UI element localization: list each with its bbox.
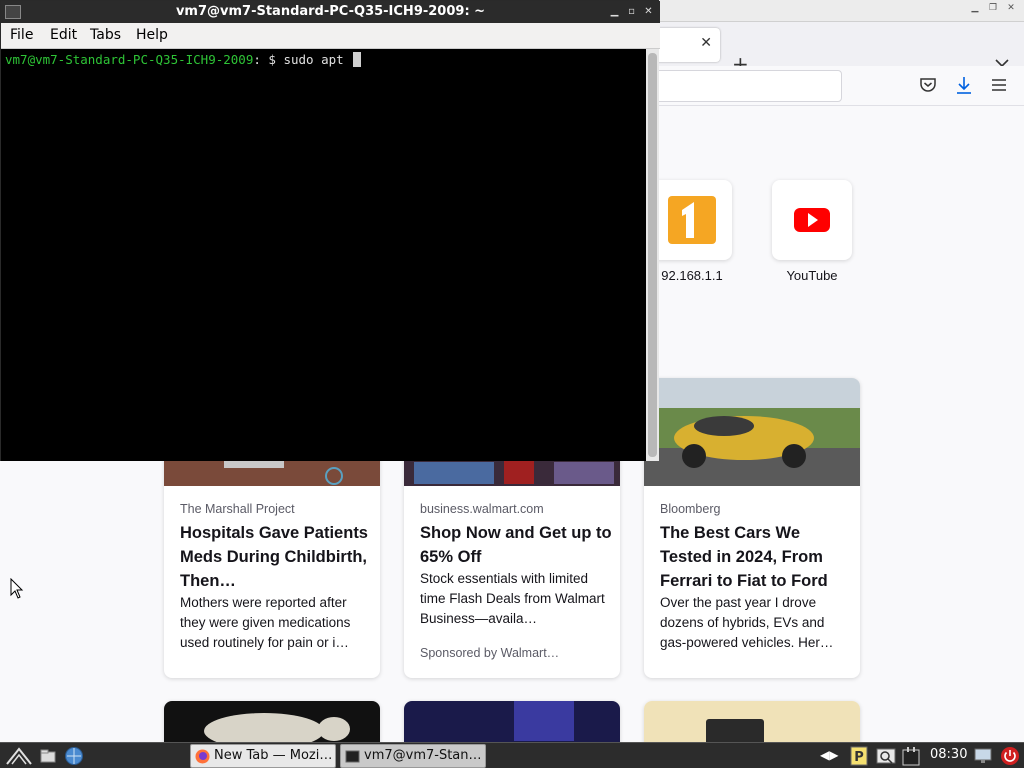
story-title[interactable]: The Best Cars We Tested in 2024, From Fe… [660, 521, 852, 593]
clipboard-p-icon[interactable]: P [849, 746, 869, 766]
svg-text:P: P [854, 750, 864, 765]
story-image [404, 701, 620, 742]
calendar-icon[interactable] [901, 746, 921, 766]
prompt-separator: : $ [253, 52, 284, 67]
sponsor-label: Sponsored by Walmart… [420, 646, 560, 660]
story-image [644, 378, 860, 486]
taskbar-item-label: vm7@vm7-Stan… [364, 748, 482, 763]
scrollbar-thumb[interactable] [648, 53, 657, 457]
story-image [644, 701, 860, 742]
menu-file[interactable]: File [10, 27, 33, 43]
story-title[interactable]: Hospitals Gave Patients Meds During Chil… [180, 521, 372, 593]
terminal-icon [345, 750, 360, 763]
start-menu-icon[interactable] [4, 745, 34, 767]
number-one-icon [668, 196, 716, 244]
download-icon[interactable] [955, 75, 973, 95]
taskbar: New Tab — Mozi… vm7@vm7-Stan… ◀▶ P 08:30 [0, 742, 1024, 768]
terminal-output[interactable]: vm7@vm7-Standard-PC-Q35-ICH9-2009: $ sud… [1, 49, 646, 461]
story-description: Mothers were reported after they were gi… [180, 595, 351, 650]
close-icon[interactable]: ✕ [1004, 3, 1018, 13]
close-icon[interactable]: ✕ [641, 4, 656, 19]
terminal-window[interactable]: vm7@vm7-Standard-PC-Q35-ICH9-2009: ~ ▁ ▫… [0, 0, 660, 461]
firefox-window-controls: ▁ ❐ ✕ [968, 3, 1018, 13]
story-description: Stock essentials with limited time Flash… [420, 571, 605, 626]
story-title[interactable]: Shop Now and Get up to 65% Off [420, 521, 612, 569]
terminal-scrollbar[interactable] [646, 49, 659, 461]
hamburger-menu-icon[interactable] [991, 78, 1007, 92]
story-description: Over the past year I drove dozens of hyb… [660, 595, 834, 650]
typed-command: sudo apt [283, 52, 352, 67]
terminal-titlebar[interactable]: vm7@vm7-Standard-PC-Q35-ICH9-2009: ~ ▁ ▫… [1, 1, 660, 23]
menu-tabs[interactable]: Tabs [90, 27, 121, 43]
text-cursor [353, 52, 362, 67]
story-source: Bloomberg [660, 502, 721, 516]
clock[interactable]: 08:30 [930, 747, 967, 762]
youtube-icon [794, 208, 830, 232]
story-card[interactable]: Bloomberg The Best Cars We Tested in 202… [644, 378, 860, 678]
top-site-label-youtube[interactable]: YouTube [752, 268, 872, 283]
terminal-prompt-line: vm7@vm7-Standard-PC-Q35-ICH9-2009: $ sud… [5, 52, 362, 67]
show-desktop-icon[interactable] [40, 749, 56, 763]
menu-edit[interactable]: Edit [50, 27, 77, 43]
restore-icon[interactable]: ❐ [986, 3, 1000, 13]
taskbar-item-firefox[interactable]: New Tab — Mozi… [190, 744, 336, 768]
taskbar-item-terminal[interactable]: vm7@vm7-Stan… [340, 744, 486, 768]
terminal-title: vm7@vm7-Standard-PC-Q35-ICH9-2009: ~ [175, 4, 486, 19]
terminal-window-controls: ▁ ▫ ✕ [607, 4, 656, 19]
pocket-icon[interactable] [919, 76, 937, 94]
display-icon[interactable] [973, 746, 993, 766]
top-site-tile[interactable] [652, 180, 732, 260]
mouse-pointer-icon [10, 578, 24, 599]
maximize-icon[interactable]: ▫ [624, 4, 639, 19]
taskbar-item-label: New Tab — Mozi… [214, 748, 333, 763]
story-card[interactable] [644, 701, 860, 742]
firefox-icon [195, 749, 210, 764]
tray-arrows-icon[interactable]: ◀▶ [820, 748, 838, 762]
story-card[interactable] [404, 701, 620, 742]
terminal-menubar: File Edit Tabs Help [1, 23, 660, 49]
top-site-tile-youtube[interactable] [772, 180, 852, 260]
web-browser-launcher-icon[interactable] [64, 746, 84, 766]
minimize-icon[interactable]: ▁ [607, 4, 622, 19]
magnifier-icon[interactable] [876, 746, 896, 766]
menu-help[interactable]: Help [136, 27, 168, 43]
story-source: The Marshall Project [180, 502, 295, 516]
minimize-icon[interactable]: ▁ [968, 3, 982, 13]
story-source: business.walmart.com [420, 502, 544, 516]
prompt-user-host: vm7@vm7-Standard-PC-Q35-ICH9-2009 [5, 52, 254, 67]
tab-close-icon[interactable]: ✕ [700, 35, 712, 51]
story-image [164, 701, 380, 742]
story-card[interactable] [164, 701, 380, 742]
power-icon[interactable] [1000, 746, 1020, 766]
